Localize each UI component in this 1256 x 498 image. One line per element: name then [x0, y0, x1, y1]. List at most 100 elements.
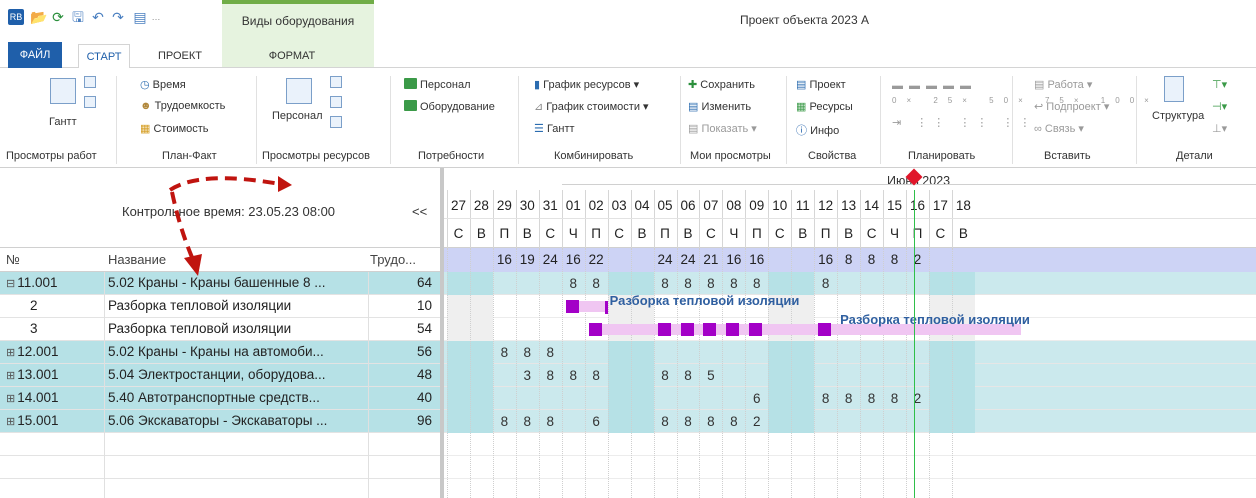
- day-number[interactable]: 02: [585, 198, 608, 213]
- combine-gantt-button[interactable]: ☰ Гантт: [534, 122, 575, 135]
- col-num-header[interactable]: №: [6, 248, 20, 272]
- day-number[interactable]: 29: [493, 198, 516, 213]
- gantt-work-block[interactable]: [565, 300, 579, 313]
- save-view-button[interactable]: ✚ Сохранить: [688, 78, 755, 91]
- day-number[interactable]: 09: [745, 198, 768, 213]
- insert-subproject-button[interactable]: ↩ Подпроект ▾: [1034, 100, 1109, 113]
- view-small-icon[interactable]: [330, 116, 342, 128]
- tab-file[interactable]: ФАЙЛ: [8, 42, 62, 68]
- day-number[interactable]: 17: [929, 198, 952, 213]
- structure-icon[interactable]: [1164, 76, 1184, 102]
- task-row[interactable]: 3 Разборка тепловой изоляции 54: [0, 318, 440, 341]
- labor-button[interactable]: ☻ Трудоемкость: [140, 100, 225, 112]
- expand-toggle-icon[interactable]: ⊟: [6, 278, 15, 290]
- view-small-icon[interactable]: [84, 96, 96, 108]
- view-small-icon[interactable]: [330, 96, 342, 108]
- task-row[interactable]: ⊞ 14.001 5.40 Автотранспортные средств... 4…: [0, 387, 440, 410]
- chevron-down-icon: ▾: [633, 79, 640, 91]
- needs-personnel-label: Персонал: [420, 79, 471, 91]
- gantt-work-block[interactable]: [703, 323, 717, 336]
- col-labor-header[interactable]: Трудо...: [370, 248, 430, 272]
- day-number[interactable]: 28: [470, 198, 493, 213]
- task-row[interactable]: ⊞ 13.001 5.04 Электростанции, оборудова...…: [0, 364, 440, 387]
- percent-0-button[interactable]: 0×: [892, 96, 921, 105]
- percent-25-button[interactable]: 25×: [933, 96, 977, 105]
- day-number[interactable]: 31: [539, 198, 562, 213]
- cost-button[interactable]: ▦ Стоимость: [140, 122, 209, 135]
- day-number[interactable]: 13: [837, 198, 860, 213]
- structure-button[interactable]: Структура: [1152, 110, 1204, 122]
- day-number[interactable]: 06: [677, 198, 700, 213]
- day-number[interactable]: 12: [814, 198, 837, 213]
- collapse-button[interactable]: <<: [412, 204, 427, 219]
- gantt-work-block[interactable]: [588, 323, 602, 336]
- expand-toggle-icon[interactable]: ⊞: [6, 393, 15, 405]
- day-number[interactable]: 11: [791, 198, 814, 213]
- day-number[interactable]: 15: [883, 198, 906, 213]
- gantt-work-block[interactable]: [680, 323, 694, 336]
- time-button[interactable]: ◷ Время: [140, 78, 186, 91]
- open-folder-icon[interactable]: 📂: [30, 9, 47, 25]
- save-icon[interactable]: 🖫: [70, 9, 86, 25]
- task-row[interactable]: 2 Разборка тепловой изоляции 10: [0, 295, 440, 318]
- tab-project[interactable]: ПРОЕКТ: [150, 44, 210, 68]
- resources-properties-button[interactable]: ▦ Ресурсы: [796, 100, 853, 113]
- context-tab-group-title: Виды оборудования: [241, 14, 355, 28]
- undo-icon[interactable]: ↶: [90, 9, 106, 25]
- schedule-tools-icon[interactable]: ⇥ ⋮⋮ ⋮⋮ ⋮⋮: [892, 116, 1036, 129]
- quick-view-icon[interactable]: ▤: [132, 9, 148, 25]
- gantt-work-block[interactable]: [726, 323, 740, 336]
- expand-toggle-icon[interactable]: ⊞: [6, 416, 15, 428]
- insert-link-button[interactable]: ∞ Связь ▾: [1034, 122, 1084, 135]
- tab-start[interactable]: СТАРТ: [78, 44, 130, 69]
- view-small-icon[interactable]: [84, 76, 96, 88]
- gantt-view-button[interactable]: Гантт: [49, 116, 77, 128]
- resource-chart-button[interactable]: ▮ График ресурсов ▾: [534, 78, 639, 91]
- gantt-view-icon[interactable]: [50, 78, 76, 104]
- day-number[interactable]: 04: [631, 198, 654, 213]
- task-row[interactable]: ⊞ 12.001 5.02 Краны - Краны на автомоби...…: [0, 341, 440, 364]
- expand-toggle-icon[interactable]: ⊞: [6, 370, 15, 382]
- day-number[interactable]: 08: [722, 198, 745, 213]
- insert-task-button[interactable]: ▤ Работа ▾: [1034, 78, 1092, 91]
- day-number[interactable]: 14: [860, 198, 883, 213]
- personnel-view-button[interactable]: Персонал: [272, 110, 323, 122]
- view-small-icon[interactable]: [330, 76, 342, 88]
- info-button[interactable]: ⓘ Инфо: [796, 122, 839, 138]
- cost-chart-button[interactable]: ⊿ График стоимости ▾: [534, 100, 649, 113]
- day-number[interactable]: 07: [699, 198, 722, 213]
- weekend-cell: [791, 387, 815, 410]
- task-row[interactable]: ⊞ 15.001 5.06 Экскаваторы - Экскаваторы ..…: [0, 410, 440, 433]
- move-icon[interactable]: ⊥▾: [1212, 122, 1227, 135]
- personnel-view-icon[interactable]: [286, 78, 312, 104]
- edit-view-button[interactable]: ▤ Изменить: [688, 100, 751, 113]
- day-number[interactable]: 27: [447, 198, 470, 213]
- gantt-work-block[interactable]: [657, 323, 671, 336]
- outdent-icon[interactable]: ⊤▾: [1212, 78, 1227, 91]
- percent-100-button[interactable]: 100×: [1101, 96, 1159, 105]
- day-number[interactable]: 10: [768, 198, 791, 213]
- day-number[interactable]: 03: [608, 198, 631, 213]
- insert-task-label: Работа: [1047, 79, 1084, 91]
- needs-equipment-button[interactable]: Оборудование: [404, 100, 495, 113]
- expand-toggle-icon[interactable]: ⊞: [6, 347, 15, 359]
- percent-50-button[interactable]: 50×: [989, 96, 1033, 105]
- day-number[interactable]: 05: [654, 198, 677, 213]
- needs-personnel-button[interactable]: Персонал: [404, 78, 471, 91]
- weekend-cell: [630, 341, 654, 364]
- indent-icon[interactable]: ⊣▾: [1212, 100, 1227, 113]
- refresh-icon[interactable]: ⟳: [50, 9, 66, 25]
- gantt-work-block[interactable]: [818, 323, 832, 336]
- day-number[interactable]: 30: [516, 198, 539, 213]
- percent-complete-buttons[interactable]: 0× 25× 50× 75× 100×: [892, 96, 1159, 105]
- weekday-label: П: [499, 226, 510, 241]
- day-number[interactable]: 01: [562, 198, 585, 213]
- customize-toolbar-icon[interactable]: …: [148, 9, 164, 25]
- gantt-work-block[interactable]: [749, 323, 763, 336]
- project-properties-button[interactable]: ▤ Проект: [796, 78, 846, 91]
- tab-format[interactable]: ФОРМАТ: [262, 44, 322, 68]
- day-number[interactable]: 18: [952, 198, 975, 213]
- day-number[interactable]: 16: [906, 198, 929, 213]
- show-view-button[interactable]: ▤ Показать ▾: [688, 122, 757, 135]
- redo-icon[interactable]: ↷: [110, 9, 126, 25]
